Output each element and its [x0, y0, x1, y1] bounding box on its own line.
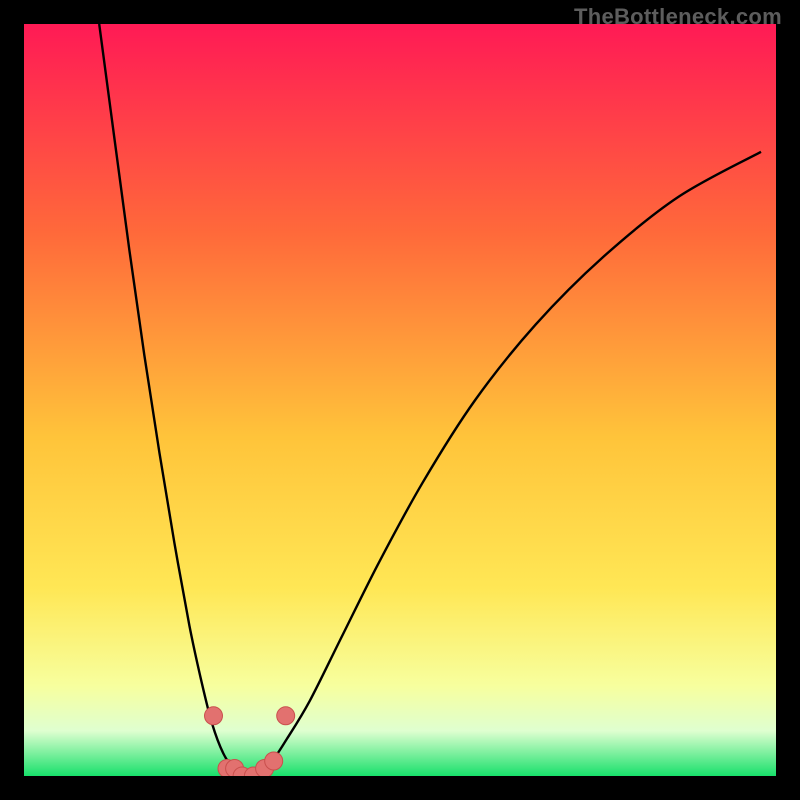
data-marker	[277, 707, 295, 725]
chart-frame	[24, 24, 776, 776]
bottleneck-chart	[24, 24, 776, 776]
watermark-text: TheBottleneck.com	[574, 4, 782, 30]
data-marker	[205, 707, 223, 725]
gradient-background	[24, 24, 776, 776]
data-marker	[265, 752, 283, 770]
